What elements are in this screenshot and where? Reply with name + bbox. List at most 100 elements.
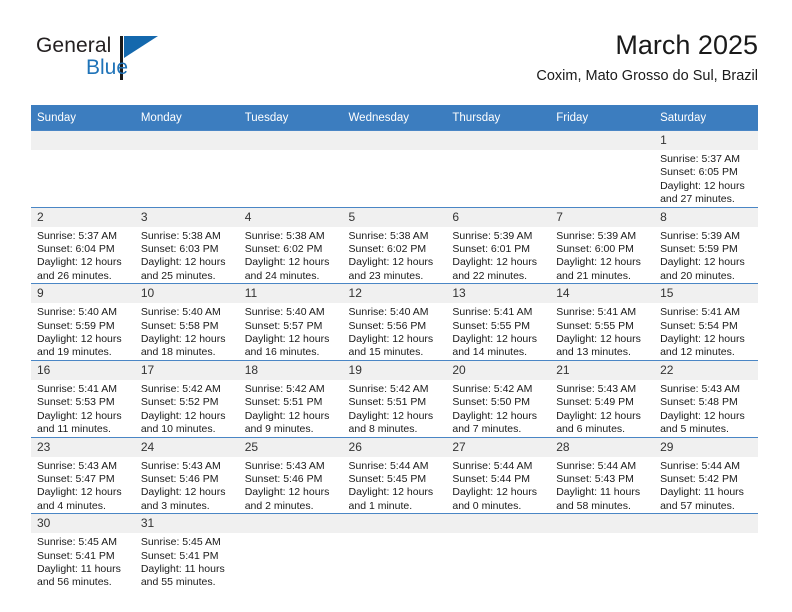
calendar-day-cell[interactable]: 22 Sunrise: 5:43 AM Sunset: 5:48 PM Dayligh… [654, 359, 758, 437]
calendar-day-cell[interactable]: 9 Sunrise: 5:40 AM Sunset: 5:59 PM Daylight… [31, 283, 135, 361]
sunset-time: Sunset: 5:45 PM [348, 472, 427, 485]
calendar-week-row: 2 Sunrise: 5:37 AM Sunset: 6:04 PM Daylight… [31, 206, 758, 284]
day-number: 11 [238, 284, 343, 304]
day-sun-info: Sunrise: 5:44 AM Sunset: 5:43 PM Daylight:… [550, 457, 654, 514]
daylight-duration-line1: Daylight: 12 hours [244, 256, 330, 269]
daylight-duration-line2: and 56 minutes. [37, 576, 112, 589]
day-number: 30 [31, 514, 135, 534]
day-sun-info: Sunrise: 5:42 AM Sunset: 5:50 PM Daylight:… [446, 380, 550, 437]
sunset-time: Sunset: 5:55 PM [556, 319, 634, 332]
calendar-day-cell[interactable]: 11 Sunrise: 5:40 AM Sunset: 5:57 PM Dayligh… [238, 283, 343, 361]
calendar-day-cell[interactable]: 2 Sunrise: 5:37 AM Sunset: 6:04 PM Daylight… [31, 206, 135, 284]
calendar-day-cell[interactable]: 15 Sunrise: 5:41 AM Sunset: 5:54 PM Dayligh… [654, 283, 758, 361]
daylight-duration-line1: Daylight: 12 hours [37, 409, 122, 422]
general-blue-logo[interactable]: General Blue [34, 34, 234, 92]
daylight-duration-line2: and 26 minutes. [37, 269, 112, 282]
sunrise-time: Sunrise: 5:38 AM [348, 229, 429, 242]
day-sun-info: Sunrise: 5:40 AM Sunset: 5:57 PM Daylight:… [239, 303, 343, 360]
calendar-day-cell[interactable]: 29 Sunrise: 5:44 AM Sunset: 5:42 PM Dayligh… [654, 436, 758, 514]
calendar-day-cell[interactable]: 17 Sunrise: 5:42 AM Sunset: 5:52 PM Dayligh… [134, 359, 239, 437]
daylight-duration-line1: Daylight: 12 hours [140, 409, 226, 422]
day-sun-info: Sunrise: 5:45 AM Sunset: 5:41 PM Daylight:… [135, 533, 239, 590]
calendar-body: 1 Sunrise: 5:37 AM Sunset: 6:05 PM Daylight… [31, 130, 758, 590]
calendar-day-cell[interactable]: 10 Sunrise: 5:40 AM Sunset: 5:58 PM Dayligh… [134, 283, 239, 361]
day-sun-info: Sunrise: 5:39 AM Sunset: 6:01 PM Daylight:… [446, 227, 550, 284]
sunrise-time: Sunrise: 5:43 AM [556, 382, 637, 395]
sunset-time: Sunset: 5:59 PM [660, 243, 738, 256]
day-number [342, 131, 447, 150]
sunrise-time: Sunrise: 5:42 AM [140, 382, 221, 395]
page-subtitle: Coxim, Mato Grosso do Sul, Brazil [536, 68, 758, 84]
sunrise-time: Sunrise: 5:42 AM [348, 382, 429, 395]
day-sun-info: Sunrise: 5:45 AM Sunset: 5:41 PM Daylight:… [31, 533, 135, 590]
calendar-day-cell[interactable]: 16 Sunrise: 5:41 AM Sunset: 5:53 PM Dayligh… [31, 359, 135, 437]
calendar-week-row: 23 Sunrise: 5:43 AM Sunset: 5:47 PM Dayligh… [31, 436, 758, 514]
day-number: 28 [550, 437, 655, 457]
weekday-header-friday: Friday [550, 105, 655, 131]
calendar-day-cell[interactable]: 24 Sunrise: 5:43 AM Sunset: 5:46 PM Dayligh… [134, 436, 239, 514]
day-number [550, 514, 655, 534]
calendar-day-cell[interactable]: 7 Sunrise: 5:39 AM Sunset: 6:00 PM Daylight… [550, 206, 655, 284]
sunrise-time: Sunrise: 5:41 AM [452, 306, 533, 319]
calendar-cell-empty [446, 513, 551, 590]
calendar-day-cell[interactable]: 25 Sunrise: 5:43 AM Sunset: 5:46 PM Dayligh… [238, 436, 343, 514]
day-sun-info: Sunrise: 5:42 AM Sunset: 5:51 PM Daylight:… [239, 380, 343, 437]
calendar-day-cell[interactable]: 26 Sunrise: 5:44 AM Sunset: 5:45 PM Dayligh… [342, 436, 447, 514]
calendar-week-row: 16 Sunrise: 5:41 AM Sunset: 5:53 PM Dayligh… [31, 359, 758, 437]
calendar-day-cell[interactable]: 19 Sunrise: 5:42 AM Sunset: 5:51 PM Dayligh… [342, 359, 447, 437]
weekday-header-tuesday: Tuesday [238, 105, 343, 131]
calendar-day-cell[interactable]: 4 Sunrise: 5:38 AM Sunset: 6:02 PM Daylight… [238, 206, 343, 284]
calendar-day-cell[interactable]: 21 Sunrise: 5:43 AM Sunset: 5:49 PM Dayligh… [550, 359, 655, 437]
calendar-day-cell[interactable]: 1 Sunrise: 5:37 AM Sunset: 6:05 PM Daylight… [654, 130, 758, 208]
calendar-day-cell[interactable]: 27 Sunrise: 5:44 AM Sunset: 5:44 PM Dayligh… [446, 436, 551, 514]
calendar-day-cell[interactable]: 28 Sunrise: 5:44 AM Sunset: 5:43 PM Dayligh… [550, 436, 655, 514]
calendar-day-cell[interactable]: 31 Sunrise: 5:45 AM Sunset: 5:41 PM Dayligh… [134, 513, 239, 590]
day-number [134, 131, 239, 150]
sunrise-time: Sunrise: 5:42 AM [244, 382, 325, 395]
calendar-day-cell[interactable]: 30 Sunrise: 5:45 AM Sunset: 5:41 PM Dayligh… [31, 513, 135, 590]
calendar-day-cell[interactable]: 12 Sunrise: 5:40 AM Sunset: 5:56 PM Dayligh… [342, 283, 447, 361]
day-sun-info: Sunrise: 5:40 AM Sunset: 5:59 PM Daylight:… [31, 303, 135, 360]
day-sun-info: Sunrise: 5:39 AM Sunset: 5:59 PM Daylight:… [654, 227, 758, 284]
sunrise-time: Sunrise: 5:43 AM [140, 459, 221, 472]
daylight-duration-line2: and 58 minutes. [556, 499, 631, 512]
day-number: 26 [342, 437, 447, 457]
calendar-day-cell[interactable]: 14 Sunrise: 5:41 AM Sunset: 5:55 PM Dayligh… [550, 283, 655, 361]
day-sun-info: Sunrise: 5:38 AM Sunset: 6:03 PM Daylight:… [135, 227, 239, 284]
calendar-day-cell[interactable]: 8 Sunrise: 5:39 AM Sunset: 5:59 PM Daylight… [654, 206, 758, 284]
sunset-time: Sunset: 5:56 PM [348, 319, 427, 332]
day-number: 21 [550, 360, 655, 380]
daylight-duration-line1: Daylight: 11 hours [556, 486, 641, 499]
sunrise-time: Sunrise: 5:38 AM [140, 229, 221, 242]
sunrise-time: Sunrise: 5:42 AM [452, 382, 533, 395]
daylight-duration-line2: and 57 minutes. [660, 499, 735, 512]
daylight-duration-line2: and 8 minutes. [348, 423, 418, 436]
sunrise-time: Sunrise: 5:43 AM [37, 459, 117, 472]
daylight-duration-line2: and 13 minutes. [556, 346, 631, 359]
daylight-duration-line2: and 24 minutes. [244, 269, 320, 282]
day-number [238, 514, 343, 534]
calendar-day-cell[interactable]: 23 Sunrise: 5:43 AM Sunset: 5:47 PM Dayligh… [31, 436, 135, 514]
day-sun-info: Sunrise: 5:43 AM Sunset: 5:46 PM Daylight:… [135, 457, 239, 514]
daylight-duration-line2: and 12 minutes. [660, 346, 735, 359]
daylight-duration-line1: Daylight: 11 hours [660, 486, 744, 499]
daylight-duration-line2: and 25 minutes. [140, 269, 216, 282]
daylight-duration-line2: and 21 minutes. [556, 269, 631, 282]
day-sun-info: Sunrise: 5:41 AM Sunset: 5:53 PM Daylight:… [31, 380, 135, 437]
day-sun-info: Sunrise: 5:43 AM Sunset: 5:48 PM Daylight:… [654, 380, 758, 437]
calendar-day-cell[interactable]: 3 Sunrise: 5:38 AM Sunset: 6:03 PM Daylight… [134, 206, 239, 284]
calendar-day-cell[interactable]: 13 Sunrise: 5:41 AM Sunset: 5:55 PM Dayligh… [446, 283, 551, 361]
day-number: 8 [654, 207, 758, 227]
calendar-table: Sunday Monday Tuesday Wednesday Thursday… [31, 105, 758, 590]
calendar-day-cell[interactable]: 6 Sunrise: 5:39 AM Sunset: 6:01 PM Daylight… [446, 206, 551, 284]
sunset-time: Sunset: 5:58 PM [140, 319, 219, 332]
sunset-time: Sunset: 5:44 PM [452, 472, 531, 485]
daylight-duration-line1: Daylight: 12 hours [244, 333, 330, 346]
sunrise-time: Sunrise: 5:40 AM [37, 306, 117, 319]
calendar-day-cell[interactable]: 20 Sunrise: 5:42 AM Sunset: 5:50 PM Dayligh… [446, 359, 551, 437]
calendar-day-cell[interactable]: 5 Sunrise: 5:38 AM Sunset: 6:02 PM Daylight… [342, 206, 447, 284]
daylight-duration-line1: Daylight: 12 hours [660, 256, 745, 269]
calendar-day-cell[interactable]: 18 Sunrise: 5:42 AM Sunset: 5:51 PM Dayligh… [238, 359, 343, 437]
sunrise-time: Sunrise: 5:44 AM [452, 459, 533, 472]
daylight-duration-line1: Daylight: 12 hours [37, 486, 122, 499]
